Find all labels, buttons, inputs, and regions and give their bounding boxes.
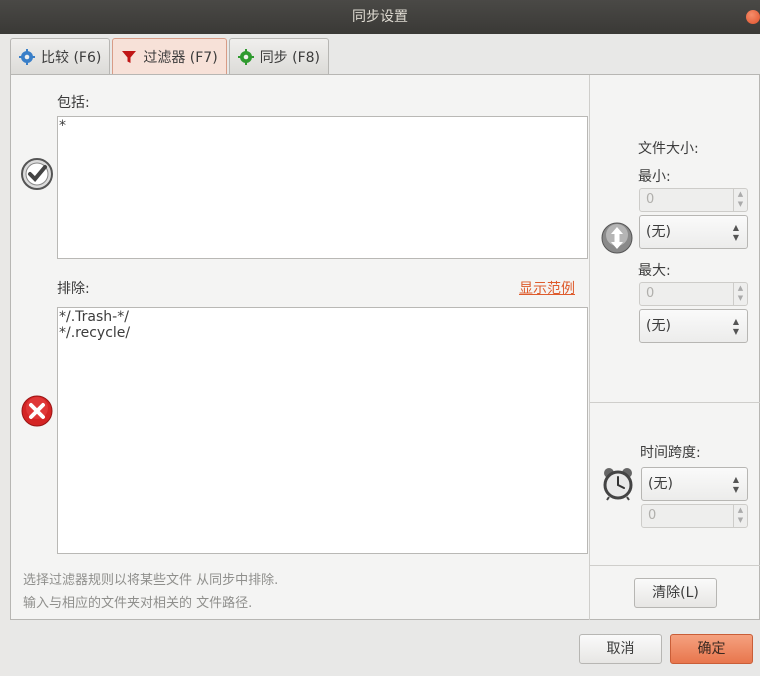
tab-bar: 比较 (F6) 过滤器 (F7) 同步 (F8) [10, 38, 331, 75]
time-clear-divider [590, 565, 760, 566]
spin-arrows-icon[interactable]: ▲ ▼ [733, 283, 747, 305]
max-size-value: 0 [646, 286, 655, 301]
time-span-unit-select[interactable]: (无) ▲ ▼ [641, 467, 748, 501]
tab-compare[interactable]: 比较 (F6) [10, 38, 111, 74]
include-textarea[interactable]: * [57, 116, 588, 259]
include-label: 包括: [57, 95, 90, 111]
file-size-icon [601, 222, 633, 254]
close-icon[interactable] [746, 10, 760, 24]
min-size-label: 最小: [638, 169, 671, 185]
window-title: 同步设置 [352, 9, 408, 25]
time-span-unit-value: (无) [648, 476, 673, 492]
exclude-label: 排除: [57, 281, 90, 297]
spin-arrows-icon[interactable]: ▲ ▼ [733, 505, 747, 527]
max-size-unit-value: (无) [646, 318, 671, 334]
tab-sync-label: 同步 (F8) [259, 49, 321, 66]
column-divider [589, 75, 590, 620]
time-span-spinbox[interactable]: 0 ▲ ▼ [641, 504, 748, 528]
min-size-spinbox[interactable]: 0 ▲ ▼ [639, 188, 748, 212]
filter-panel: 包括: * 排除: 显示范例 */.Trash-*/ */.recycle/ 选… [10, 74, 760, 620]
max-size-unit-select[interactable]: (无) ▲ ▼ [639, 309, 748, 343]
chevron-updown-icon: ▲ ▼ [732, 475, 739, 494]
min-size-value: 0 [646, 192, 655, 207]
tab-sync[interactable]: 同步 (F8) [228, 38, 330, 74]
checkmark-icon [21, 158, 53, 190]
chevron-updown-icon: ▲ ▼ [732, 223, 739, 242]
tab-filter-label: 过滤器 (F7) [143, 50, 218, 66]
tab-compare-label: 比较 (F6) [41, 49, 102, 66]
min-size-unit-value: (无) [646, 224, 671, 240]
ok-button[interactable]: 确定 [670, 634, 753, 664]
spin-arrows-icon[interactable]: ▲ ▼ [733, 189, 747, 211]
file-size-title: 文件大小: [638, 141, 699, 157]
hint-line-1: 选择过滤器规则以将某些文件 从同步中排除. [23, 573, 279, 588]
title-bar: 同步设置 [0, 0, 760, 34]
gear-green-icon [237, 48, 254, 65]
clear-button[interactable]: 清除(L) [634, 578, 717, 608]
hint-line-2: 输入与相应的文件夹对相关的 文件路径. [23, 596, 253, 611]
tab-filter[interactable]: 过滤器 (F7) [112, 38, 227, 75]
chevron-updown-icon: ▲ ▼ [732, 317, 739, 336]
error-cross-icon [21, 395, 53, 427]
max-size-spinbox[interactable]: 0 ▲ ▼ [639, 282, 748, 306]
time-span-title: 时间跨度: [640, 445, 701, 461]
exclude-textarea[interactable]: */.Trash-*/ */.recycle/ [57, 307, 588, 554]
alarm-clock-icon [603, 468, 633, 501]
max-size-label: 最大: [638, 263, 671, 279]
background-strip [0, 34, 10, 676]
size-time-divider [590, 402, 760, 403]
gear-blue-icon [19, 48, 35, 65]
min-size-unit-select[interactable]: (无) ▲ ▼ [639, 215, 748, 249]
show-examples-link[interactable]: 显示范例 [519, 278, 575, 298]
time-span-value: 0 [648, 508, 657, 523]
cancel-button[interactable]: 取消 [579, 634, 662, 664]
funnel-icon [122, 51, 137, 63]
